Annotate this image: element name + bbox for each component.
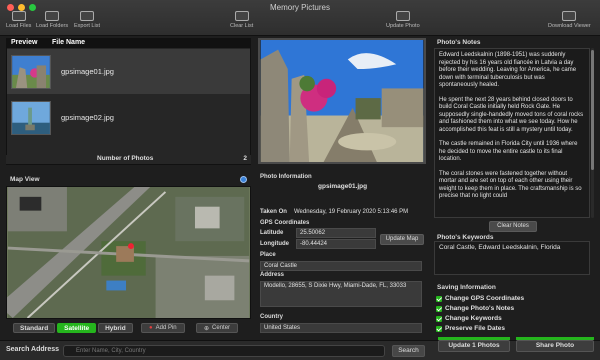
preserve-dates-checkbox[interactable]: Preserve File Dates	[436, 325, 505, 332]
pin-icon: ●	[149, 325, 153, 331]
photo-preview	[258, 38, 426, 164]
photo-info-filename: gpsimage01.jpg	[318, 183, 368, 190]
checkbox-label: Preserve File Dates	[445, 325, 505, 332]
update-map-button[interactable]: Update Map	[380, 234, 424, 245]
download-icon	[562, 11, 577, 21]
load-folders-button[interactable]: Load Folders	[36, 11, 68, 29]
center-button[interactable]: ⊕ Center	[196, 323, 239, 333]
map-view[interactable]	[6, 186, 251, 319]
add-pin-button[interactable]: ● Add Pin	[141, 323, 185, 333]
change-notes-checkbox[interactable]: Change Photo's Notes	[436, 305, 514, 312]
list-item[interactable]: gpsimage02.jpg	[7, 95, 250, 140]
add-pin-label: Add Pin	[155, 325, 177, 331]
latitude-label: Latitude	[260, 230, 284, 236]
map-type-satellite[interactable]: Satellite	[57, 323, 97, 333]
export-list-button[interactable]: Export List	[74, 11, 100, 29]
taken-on-label: Taken On	[260, 209, 287, 215]
photo-thumbnail	[11, 54, 51, 89]
preview-column-header: Preview	[11, 39, 38, 46]
load-folders-label: Load Folders	[36, 23, 69, 29]
clear-list-button[interactable]: Clear List	[230, 11, 253, 29]
gps-coordinates-label: GPS Coordinates	[260, 220, 310, 226]
notes-paragraph: The castle remained in Florida City unti…	[439, 141, 578, 162]
crosshair-icon: ⊕	[204, 325, 210, 332]
photo-keywords-label: Photo's Keywords	[437, 234, 494, 241]
folder-icon	[45, 11, 60, 21]
photo-icon	[395, 11, 410, 21]
photo-count-bar: Number of Photos 2	[6, 155, 251, 164]
map-view-label: Map View	[10, 176, 40, 183]
longitude-field[interactable]: -80.44424	[296, 239, 376, 249]
download-viewer-button[interactable]: Download Viewer	[548, 11, 591, 29]
list-item[interactable]: gpsimage01.jpg	[7, 49, 250, 94]
map-type-standard[interactable]: Standard	[13, 323, 56, 333]
share-photo-button[interactable]: Share Photo	[516, 340, 594, 352]
search-bar: Search Address Enter Name, City, Country…	[0, 340, 600, 360]
photo-count-value: 2	[243, 155, 247, 162]
saving-information-label: Saving Information	[437, 284, 496, 291]
checkbox-label: Change GPS Coordinates	[445, 295, 525, 302]
file-icon	[11, 11, 26, 21]
photo-list[interactable]: Preview File Name gpsimage01.jpg gpsimag…	[6, 38, 251, 165]
country-label: Country	[260, 314, 283, 320]
change-keywords-checkbox[interactable]: Change Keywords	[436, 315, 502, 322]
download-viewer-label: Download Viewer	[548, 23, 591, 29]
checkbox-label: Change Photo's Notes	[445, 305, 515, 312]
center-label: Center	[212, 325, 231, 331]
export-list-label: Export List	[74, 23, 100, 29]
list-item-filename: gpsimage02.jpg	[61, 113, 114, 122]
update-photos-button[interactable]: Update 1 Photos	[438, 340, 510, 352]
map-type-selector[interactable]: Standard Satellite Hybrid	[13, 323, 133, 333]
checkbox-label: Change Keywords	[445, 315, 502, 322]
notes-scrollbar[interactable]	[591, 48, 594, 218]
longitude-label: Longitude	[260, 241, 289, 247]
title-bar: Memory Pictures Load Files Load Folders …	[0, 0, 600, 36]
location-icon[interactable]	[240, 176, 247, 183]
search-input[interactable]: Enter Name, City, Country	[63, 345, 385, 357]
place-label: Place	[260, 252, 276, 258]
load-files-label: Load Files	[6, 23, 32, 29]
photo-notes-text[interactable]: Edward Leedskalnin (1898-1951) was sudde…	[434, 48, 590, 218]
clear-list-label: Clear List	[230, 23, 254, 29]
photo-notes-label: Photo's Notes	[437, 39, 481, 46]
latitude-field[interactable]: 25.50062	[296, 228, 376, 238]
update-photo-label: Update Photo	[386, 23, 420, 29]
keywords-field[interactable]: Coral Castle, Edward Leedskalnin, Florid…	[434, 241, 590, 275]
notes-paragraph: The coral stones were fastened together …	[439, 170, 582, 200]
clear-notes-button[interactable]: Clear Notes	[489, 221, 537, 232]
photo-information-panel: Photo Information gpsimage01.jpg Taken O…	[258, 172, 426, 337]
list-item-filename: gpsimage01.jpg	[61, 67, 114, 76]
checkbox-checked-icon	[436, 315, 442, 322]
address-field[interactable]: Modello, 28655, S Dixie Hwy, Miami-Dade,…	[260, 281, 422, 307]
export-icon	[79, 11, 94, 21]
notes-paragraph: Edward Leedskalnin (1898-1951) was sudde…	[439, 52, 577, 88]
search-button[interactable]: Search	[392, 345, 425, 357]
checkbox-checked-icon	[436, 305, 442, 312]
load-files-button[interactable]: Load Files	[6, 11, 31, 29]
photo-info-label: Photo Information	[260, 174, 312, 180]
checkbox-checked-icon	[436, 325, 442, 332]
search-address-label: Search Address	[6, 346, 60, 353]
checkbox-checked-icon	[436, 295, 442, 302]
list-header: Preview File Name	[7, 39, 250, 48]
taken-on-value: Wednesday, 19 February 2020 5:13:46 PM	[294, 209, 409, 215]
notes-paragraph: He spent the next 28 years behind closed…	[439, 96, 584, 133]
filename-column-header: File Name	[52, 39, 86, 46]
address-label: Address	[260, 272, 285, 278]
photo-count-label: Number of Photos	[97, 155, 154, 162]
country-field[interactable]: United States	[260, 323, 422, 333]
photo-thumbnail	[11, 100, 51, 135]
map-type-hybrid[interactable]: Hybrid	[98, 323, 133, 333]
place-field[interactable]: Coral Castle	[260, 261, 422, 271]
clear-icon	[234, 11, 249, 21]
change-gps-checkbox[interactable]: Change GPS Coordinates	[436, 295, 524, 302]
scrollbar-thumb[interactable]	[591, 50, 594, 170]
update-photo-button[interactable]: Update Photo	[386, 11, 420, 29]
